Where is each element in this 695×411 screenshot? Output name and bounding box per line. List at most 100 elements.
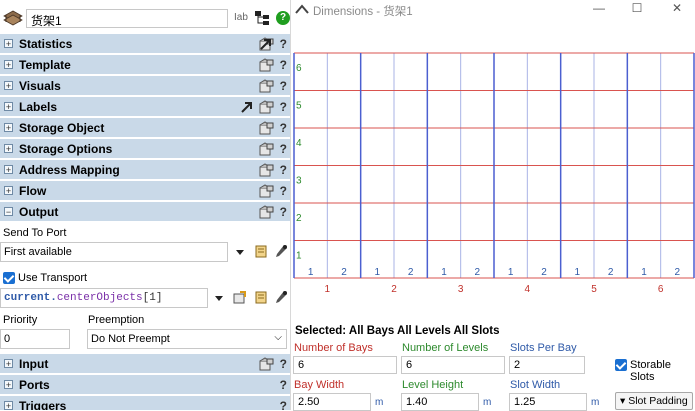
section-statistics[interactable]: + Statistics? [0,34,290,54]
section-label: Flow [19,184,47,198]
slot-width-unit: m [591,397,600,408]
script-icon[interactable] [254,244,269,259]
section-storage-object[interactable]: + Storage Object? [0,118,290,138]
expand-icon[interactable]: + [4,401,13,410]
tree-icon[interactable] [255,11,269,25]
expand-icon[interactable]: + [4,81,13,91]
level-label: 5 [296,101,302,112]
level-label: 4 [296,138,302,149]
help-icon[interactable]: ? [280,100,287,114]
properties-template-icon[interactable] [259,184,274,198]
send-to-port-input[interactable]: First available [0,242,228,262]
section-template[interactable]: + Template? [0,55,290,75]
expand-icon[interactable]: + [4,39,13,49]
level-label: 1 [296,251,302,262]
close-button[interactable]: ✕ [661,0,693,16]
code-method: centerObjects [56,292,143,304]
object-name-field[interactable]: 货架1 [26,9,228,28]
window-title: Dimensions - 货架1 [313,6,413,18]
expand-icon[interactable]: + [4,359,13,369]
collapse-icon[interactable]: − [4,207,13,217]
help-icon[interactable]: ? [280,58,287,72]
expand-icon[interactable]: + [4,102,13,112]
dimensions-window: Dimensions - 货架1 — ☐ ✕ 12345612121212121… [290,0,695,411]
maximize-button[interactable]: ☐ [621,0,653,16]
slot-label: 1 [508,267,514,278]
help-icon[interactable]: ? [280,357,287,371]
help-icon[interactable]: ? [280,79,287,93]
section-label: Statistics [19,37,73,51]
help-icon[interactable]: ? [280,205,287,219]
slot-width-input[interactable]: 1.25 [509,393,587,411]
number-of-levels-label: Number of Levels [402,342,489,354]
section-label: Ports [19,378,50,392]
properties-titlebar: 货架1 Iab ? [0,0,290,34]
level-label: 3 [296,176,302,187]
section-storage-options[interactable]: + Storage Options? [0,139,290,159]
number-of-bays-input[interactable]: 6 [293,356,397,374]
section-flow[interactable]: + Flow? [0,181,290,201]
properties-template-icon[interactable] [259,79,274,93]
help-icon[interactable]: ? [280,399,287,410]
expand-icon[interactable]: + [4,165,13,175]
number-of-levels-input[interactable]: 6 [401,356,505,374]
section-label: Storage Object [19,121,105,135]
minimize-button[interactable]: — [583,0,615,16]
chevron-down-icon[interactable] [215,296,223,301]
level-height-input[interactable]: 1.40 [401,393,479,411]
expand-icon[interactable]: + [4,380,13,390]
storable-slots-checkbox[interactable] [615,359,627,371]
expand-icon[interactable]: + [4,123,13,133]
chevron-down-icon[interactable] [236,250,244,255]
section-triggers[interactable]: + Triggers? [0,396,290,410]
slot-label: 2 [408,267,414,278]
bay-label: 5 [591,284,597,295]
help-icon[interactable]: ? [280,142,287,156]
help-icon[interactable]: ? [276,11,290,25]
properties-template-icon[interactable] [259,100,274,114]
slot-padding-button[interactable]: ▾ Slot Padding [615,392,693,410]
properties-template-icon[interactable] [259,142,274,156]
script-icon[interactable] [254,290,269,305]
section-input[interactable]: + Input? [0,354,290,374]
properties-template-icon[interactable] [259,205,274,219]
sampler-icon[interactable] [273,244,288,259]
expand-icon[interactable]: + [4,186,13,196]
slots-per-bay-label: Slots Per Bay [510,342,577,354]
section-visuals[interactable]: + Visuals? [0,76,290,96]
bay-label: 6 [658,284,664,295]
bay-label: 2 [391,284,397,295]
properties-template-icon[interactable] [259,58,274,72]
bay-width-input[interactable]: 2.50 [293,393,371,411]
section-labels[interactable]: + Labels? [0,97,290,117]
section-ports[interactable]: + Ports? [0,375,290,395]
slots-per-bay-input[interactable]: 2 [509,356,585,374]
section-address-mapping[interactable]: + Address Mapping? [0,160,290,180]
help-icon[interactable]: ? [280,378,287,392]
transport-code-input[interactable]: current.centerObjects[1] [0,288,208,308]
properties-template-icon[interactable] [259,163,274,177]
rack-dimensions-grid[interactable]: 1234561 2 1 2 1 2 1 2 1 2 1 21 2 3 4 5 6 [291,18,695,318]
help-icon[interactable]: ? [280,37,287,51]
priority-label: Priority [3,314,38,326]
use-transport-checkbox[interactable] [3,272,15,284]
level-label: 2 [296,213,302,224]
pin-arrow-icon[interactable] [240,100,254,114]
help-icon[interactable]: ? [280,184,287,198]
bay-label: 3 [458,284,464,295]
slot-label: 1 [375,267,381,278]
preemption-select[interactable]: Do Not Preempt ⌵ [87,329,287,349]
sampler-icon[interactable] [273,290,288,305]
label-tab-icon[interactable]: Iab [234,12,248,23]
pin-arrow-icon[interactable] [259,37,273,51]
priority-input[interactable]: 0 [0,329,70,349]
properties-template-icon[interactable] [259,121,274,135]
edit-properties-icon[interactable] [232,290,247,305]
bay-label: 1 [325,284,331,295]
expand-icon[interactable]: + [4,60,13,70]
help-icon[interactable]: ? [280,121,287,135]
properties-template-icon[interactable] [259,357,274,371]
expand-icon[interactable]: + [4,144,13,154]
section-output[interactable]: − Output? [0,202,290,222]
help-icon[interactable]: ? [280,163,287,177]
